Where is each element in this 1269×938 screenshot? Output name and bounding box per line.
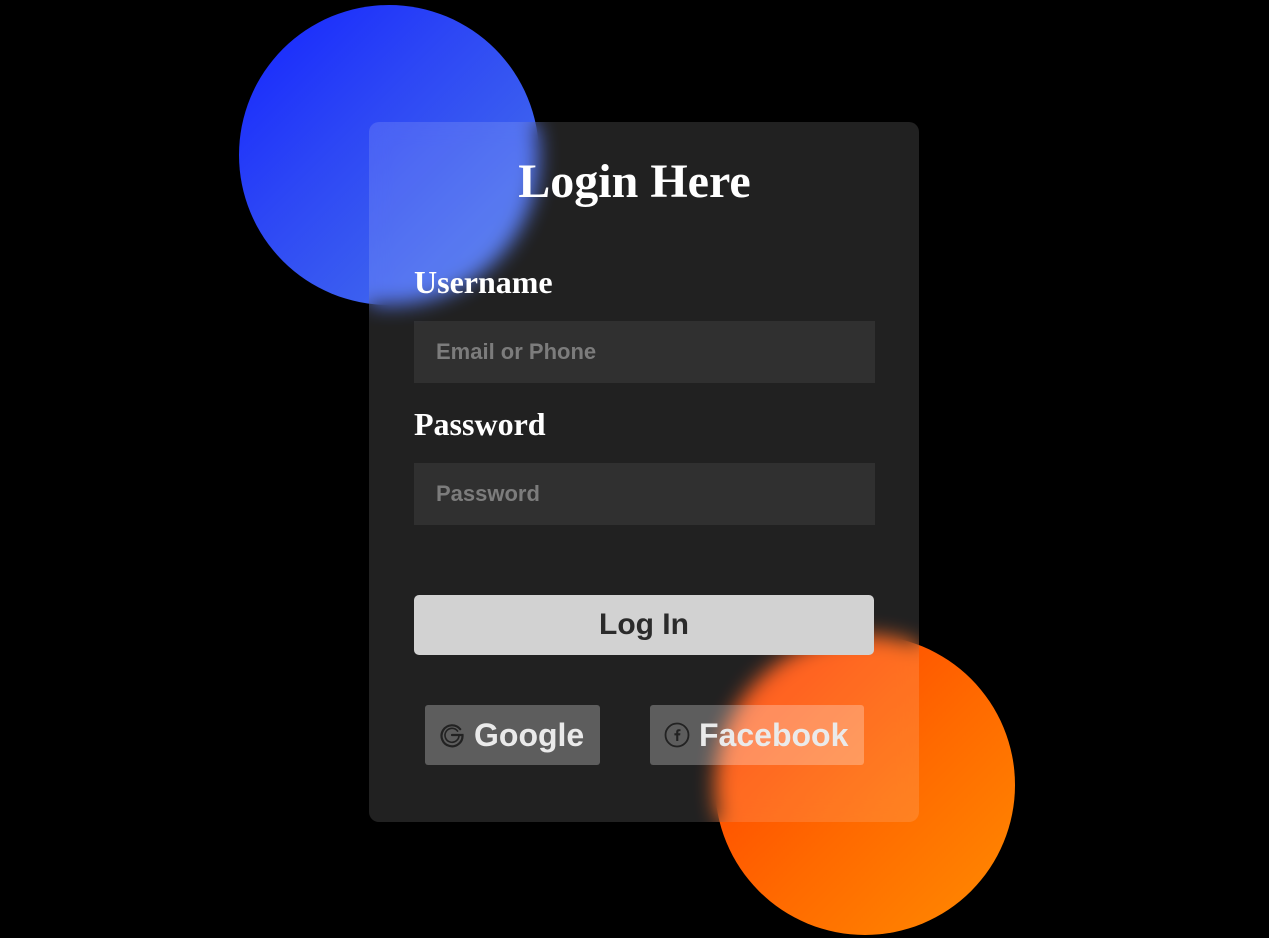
login-title: Login Here <box>518 155 751 208</box>
login-page: Login Here Username Password Log In Goog… <box>0 0 1269 938</box>
facebook-login-button[interactable]: Facebook <box>650 705 864 765</box>
google-label: Google <box>474 717 585 753</box>
google-login-button[interactable]: Google <box>425 705 600 765</box>
login-button[interactable]: Log In <box>414 595 874 655</box>
facebook-icon <box>664 722 690 748</box>
username-label: Username <box>414 264 553 300</box>
google-icon <box>439 722 465 748</box>
password-label: Password <box>414 406 546 442</box>
password-input[interactable] <box>414 463 875 525</box>
username-input[interactable] <box>414 321 875 383</box>
facebook-label: Facebook <box>699 717 849 753</box>
